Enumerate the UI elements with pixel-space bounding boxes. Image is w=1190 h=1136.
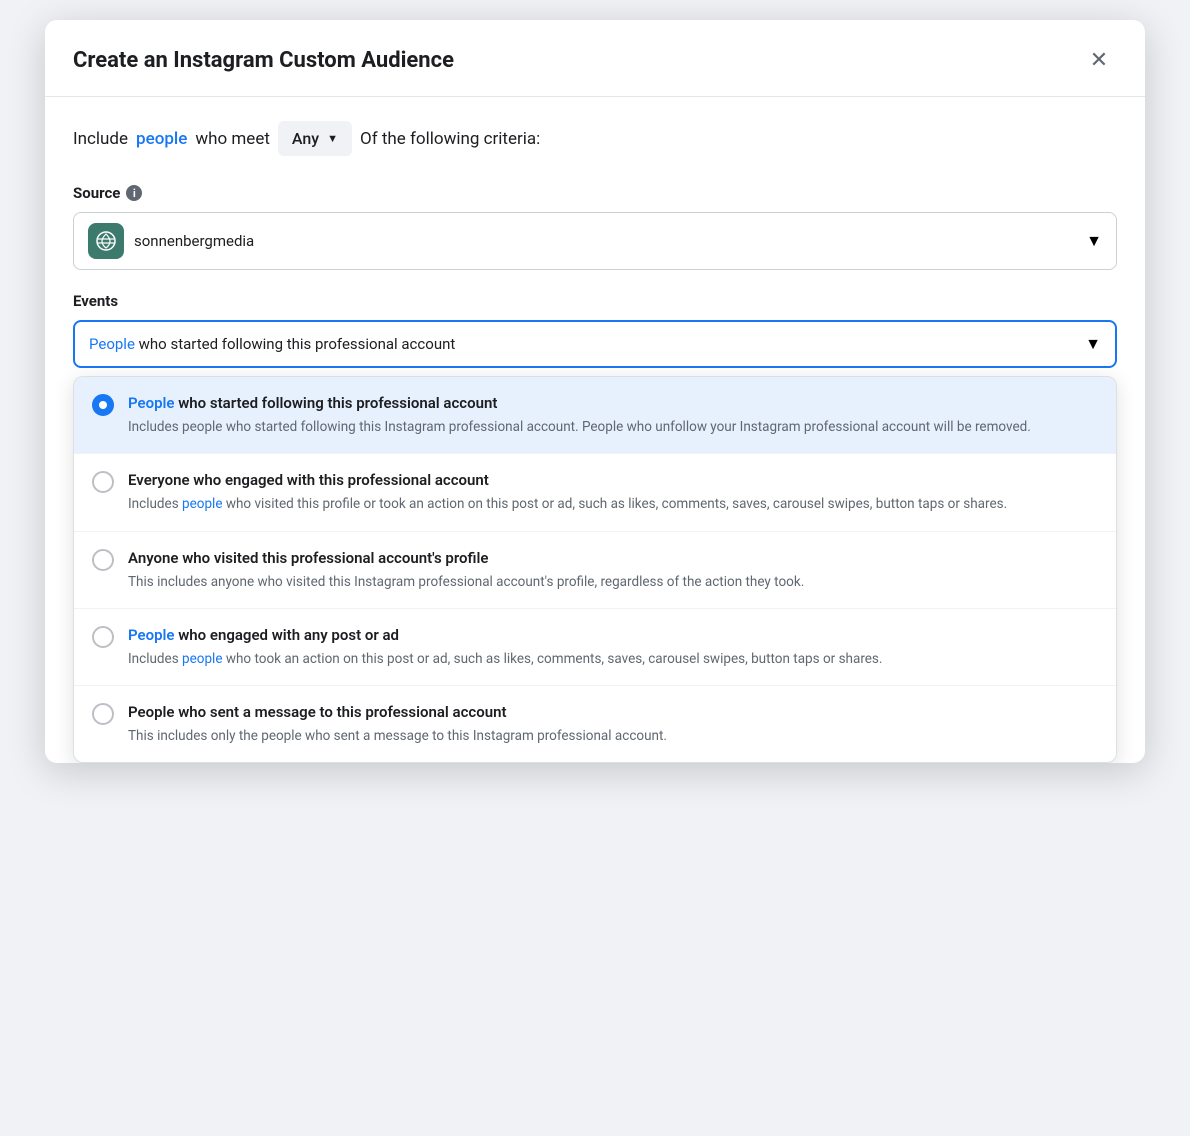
source-label: Source i — [73, 184, 1117, 202]
item-title-engaged: Everyone who engaged with this professio… — [128, 470, 1098, 491]
item-desc-follow: Includes people who started following th… — [128, 417, 1098, 437]
events-chevron-icon: ▼ — [1085, 334, 1101, 354]
source-info-icon[interactable]: i — [126, 185, 142, 201]
radio-message — [92, 703, 114, 725]
radio-visited — [92, 549, 114, 571]
item-desc-visited: This includes anyone who visited this In… — [128, 572, 1098, 592]
modal-body: Include people who meet Any ▼ Of the fol… — [45, 97, 1145, 763]
events-blue-text: People — [89, 335, 135, 353]
events-selected-text: People who started following this profes… — [89, 335, 455, 353]
item-desc-post-ad: Includes people who took an action on th… — [128, 649, 1098, 669]
dropdown-item-visited[interactable]: Anyone who visited this professional acc… — [74, 532, 1116, 609]
source-dropdown[interactable]: sonnenbergmedia ▼ — [73, 212, 1117, 270]
item-content-engaged: Everyone who engaged with this professio… — [128, 470, 1098, 514]
radio-post-ad — [92, 626, 114, 648]
item-content-follow: People who started following this profes… — [128, 393, 1098, 437]
radio-dot — [99, 401, 107, 409]
source-account-icon — [88, 223, 124, 259]
item-content-post-ad: People who engaged with any post or ad I… — [128, 625, 1098, 669]
modal-title: Create an Instagram Custom Audience — [73, 48, 454, 73]
people-label: people — [136, 129, 187, 149]
who-meet-text: who meet — [195, 129, 270, 149]
source-left: sonnenbergmedia — [88, 223, 254, 259]
item-desc-engaged: Includes people who visited this profile… — [128, 494, 1098, 514]
item-content-visited: Anyone who visited this professional acc… — [128, 548, 1098, 592]
item-title-follow: People who started following this profes… — [128, 393, 1098, 414]
any-label: Any — [292, 129, 319, 148]
events-rest-text: who started following this professional … — [139, 335, 456, 353]
radio-follow — [92, 394, 114, 416]
item-content-message: People who sent a message to this profes… — [128, 702, 1098, 746]
modal-header: Create an Instagram Custom Audience ✕ — [45, 20, 1145, 97]
create-audience-modal: Create an Instagram Custom Audience ✕ In… — [45, 20, 1145, 763]
events-dropdown-menu: People who started following this profes… — [73, 376, 1117, 763]
source-section: Source i sonnenbergmedia ▼ — [73, 184, 1117, 270]
events-dropdown[interactable]: People who started following this profes… — [73, 320, 1117, 368]
dropdown-item-message[interactable]: People who sent a message to this profes… — [74, 686, 1116, 762]
close-icon: ✕ — [1090, 47, 1108, 73]
criteria-suffix: Of the following criteria: — [360, 129, 540, 149]
dropdown-item-post-ad[interactable]: People who engaged with any post or ad I… — [74, 609, 1116, 686]
include-prefix: Include — [73, 129, 128, 149]
events-label: Events — [73, 292, 1117, 310]
source-chevron-icon: ▼ — [1086, 231, 1102, 251]
chevron-down-icon: ▼ — [327, 132, 338, 145]
any-dropdown[interactable]: Any ▼ — [278, 121, 352, 156]
radio-engaged — [92, 471, 114, 493]
item-title-post-ad: People who engaged with any post or ad — [128, 625, 1098, 646]
item-title-visited: Anyone who visited this professional acc… — [128, 548, 1098, 569]
source-name: sonnenbergmedia — [134, 232, 254, 250]
events-section: Events People who started following this… — [73, 292, 1117, 368]
dropdown-item-engaged[interactable]: Everyone who engaged with this professio… — [74, 454, 1116, 531]
dropdown-item-follow[interactable]: People who started following this profes… — [74, 377, 1116, 454]
close-button[interactable]: ✕ — [1081, 42, 1117, 78]
item-desc-message: This includes only the people who sent a… — [128, 726, 1098, 746]
item-title-message: People who sent a message to this profes… — [128, 702, 1098, 723]
include-row: Include people who meet Any ▼ Of the fol… — [73, 121, 1117, 156]
